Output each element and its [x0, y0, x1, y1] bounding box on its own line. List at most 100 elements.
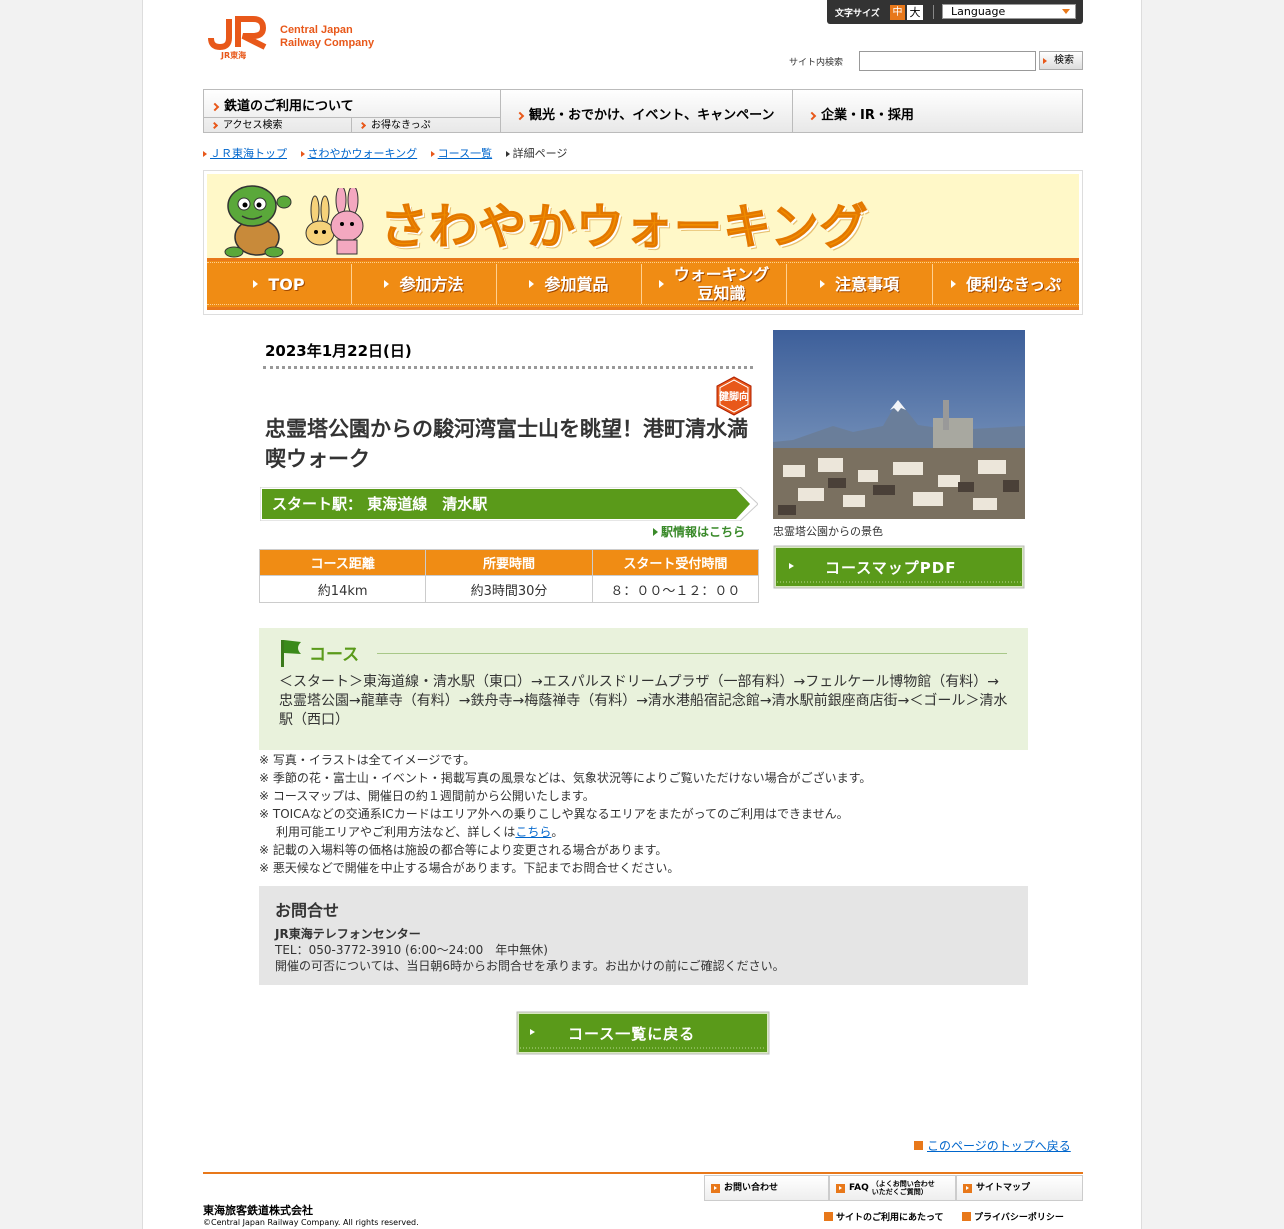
back-button-label: コース一覧に戻る: [568, 1025, 696, 1043]
note-item: ※ 写真・イラストは全てイメージです。: [259, 753, 476, 767]
walking-nav-top[interactable]: TOP: [207, 264, 352, 304]
breadcrumb-list-link[interactable]: コース一覧: [438, 147, 492, 160]
note-item: ※ TOICAなどの交通系ICカードはエリア外への乗りこしや異なるエリアをまたが…: [259, 807, 849, 821]
note-item: ※ コースマップは、開催日の約１週間前から公開いたします。: [259, 789, 595, 803]
utility-divider: [933, 5, 934, 19]
company-name-en: Central Japan Railway Company: [280, 24, 374, 50]
course-duration: 約3時間30分: [425, 575, 593, 603]
chevron-right-icon: [210, 121, 219, 129]
walking-nav-tips-label: ウォーキング 豆知識: [674, 265, 770, 303]
gnav-tickets[interactable]: お得なきっぷ: [352, 117, 501, 133]
walking-nav-prize[interactable]: 参加賞品: [497, 264, 642, 304]
ic-card-info-link[interactable]: こちら: [515, 825, 551, 839]
walking-nav-tips-line2: 豆知識: [697, 284, 746, 303]
contact-tel: TEL：050-3772-3910 (6:00～24:00 年中無休): [275, 943, 548, 957]
table-header-distance: コース距離: [258, 549, 427, 576]
station-info-link[interactable]: 駅情報はこちら: [653, 523, 745, 540]
gnav-tourism[interactable]: 観光・おでかけ、イベント、キャンペーン: [501, 90, 793, 132]
contact-box: お問合せ JR東海テレフォンセンター TEL：050-3772-3910 (6:…: [259, 886, 1028, 985]
chevron-right-icon: [515, 111, 525, 120]
footer-privacy-label: プライバシーポリシー: [974, 1213, 1064, 1223]
font-size-medium-button[interactable]: 中: [890, 5, 905, 20]
rabbit-mascot-icon: [305, 188, 364, 255]
footer-faq-link[interactable]: FAQ （よくお問い合わせ いただくご質問）: [829, 1175, 956, 1201]
page-top-icon: [914, 1141, 923, 1150]
gnav-railway[interactable]: 鉄道のご利用について: [210, 95, 354, 114]
font-size-large-button[interactable]: 大: [907, 5, 923, 20]
triangle-right-icon: [505, 151, 510, 157]
banner-header[interactable]: さわやかウォーキング: [207, 174, 1079, 260]
footer-copyright: ©Central Japan Railway Company. All righ…: [203, 1218, 419, 1227]
walking-banner: さわやかウォーキング TOP 参加方法 参加賞品 ウォーキング 豆知識 注意事項 …: [203, 170, 1083, 315]
utility-bar: 文字サイズ 中 大 Language: [827, 0, 1083, 24]
walking-nav-tickets[interactable]: 便利なきっぷ: [933, 264, 1079, 304]
footer-faq-label: FAQ: [849, 1182, 869, 1193]
company-name-line1: Central Japan: [280, 24, 353, 36]
gnav-corporate-label: 企業・IR・採用: [821, 108, 914, 123]
table-header-duration: 所要時間: [425, 549, 593, 576]
gnav-railway-group: 鉄道のご利用について アクセス検索 お得なきっぷ: [204, 90, 501, 133]
flag-icon: [281, 640, 301, 667]
chevron-right-icon: [210, 102, 220, 111]
footer-terms-label: サイトのご利用にあたって: [836, 1213, 944, 1223]
note-text: 利用可能エリアやご利用方法など、詳しくは: [276, 825, 516, 839]
back-to-list-button[interactable]: コース一覧に戻る: [516, 1011, 770, 1055]
breadcrumb: ＪＲ東海トップ さわやかウォーキング コース一覧 詳細ページ: [203, 147, 587, 161]
event-date: 2023年1月22日(日): [265, 342, 412, 360]
breadcrumb-walking-link[interactable]: さわやかウォーキング: [308, 147, 418, 160]
font-size-label: 文字サイズ: [835, 9, 880, 19]
course-route: ＜スタート＞東海道線・清水駅（東口）→エスパルスドリームプラザ（一部有料）→フェ…: [279, 674, 1008, 728]
footer-inquiry-link[interactable]: お問い合わせ: [704, 1175, 829, 1201]
walking-nav-tips[interactable]: ウォーキング 豆知識: [642, 264, 787, 304]
pdf-button-label: コースマップPDF: [825, 559, 957, 577]
footer-faq-sub-line2: いただくご質問）: [871, 1188, 928, 1196]
breadcrumb-top-link[interactable]: ＪＲ東海トップ: [210, 147, 287, 160]
difficulty-badge: 健脚向: [716, 376, 752, 416]
contact-title: お問合せ: [275, 901, 340, 920]
footer-sitemap-label: サイトマップ: [976, 1182, 1031, 1193]
walking-nav-join[interactable]: 参加方法: [352, 264, 497, 304]
gnav-access[interactable]: アクセス検索: [204, 117, 352, 133]
footer-faq-sub-line1: （よくお問い合わせ: [871, 1180, 935, 1188]
arrow-right-icon: [836, 1183, 845, 1193]
reception-time: ８：００～１２：００: [591, 575, 760, 603]
jr-logo-icon[interactable]: [207, 16, 271, 50]
search-input[interactable]: [859, 51, 1036, 71]
breadcrumb-current: 詳細ページ: [512, 147, 568, 160]
arrow-right-icon: [824, 1212, 833, 1221]
contact-name: JR東海テレフォンセンター: [275, 927, 421, 941]
language-select[interactable]: Language: [942, 4, 1076, 19]
difficulty-badge-label: 健脚向: [719, 390, 749, 403]
course-photo[interactable]: [773, 330, 1025, 519]
footer-privacy-link[interactable]: プライバシーポリシー: [962, 1210, 1064, 1223]
global-nav: 鉄道のご利用について アクセス検索 お得なきっぷ 観光・おでかけ、イベント、キャ…: [203, 89, 1083, 133]
language-select-value: Language: [951, 5, 1006, 18]
course-distance: 約14km: [258, 575, 427, 603]
note-text: 。: [551, 825, 564, 839]
footer-faq-sub: （よくお問い合わせ いただくご質問）: [872, 1180, 935, 1196]
course-map-pdf-button[interactable]: コースマップPDF: [773, 545, 1025, 589]
note-item: ※ 季節の花・富士山・イベント・掲載写真の風景などは、気象状況等によりご覧いただ…: [259, 771, 872, 785]
page-container: JR東海 Central Japan Railway Company 文字サイズ…: [142, 0, 1142, 1229]
start-station: スタート駅： 東海道線 清水駅: [272, 493, 487, 514]
search-label: サイト内検索: [789, 58, 844, 68]
walking-nav-dots-bottom: [207, 304, 1079, 306]
course-route-box: コース ＜スタート＞東海道線・清水駅（東口）→エスパルスドリームプラザ（一部有料…: [259, 628, 1028, 750]
start-station-label: スタート駅：: [272, 495, 363, 513]
contact-note: 開催の可否については、当日朝6時からお問合せを承ります。お出かけの前にご確認くだ…: [275, 959, 785, 973]
gnav-corporate[interactable]: 企業・IR・採用: [793, 90, 1083, 132]
table-header-reception: スタート受付時間: [591, 549, 760, 576]
note-item: ※ 記載の入場料等の価格は施設の都合等により変更される場合があります。: [259, 843, 668, 857]
triangle-right-icon: [430, 151, 435, 157]
search-button[interactable]: 検索: [1039, 51, 1083, 70]
back-to-top-link[interactable]: このページのトップへ戻る: [927, 1137, 1071, 1154]
chevron-right-icon: [807, 111, 817, 120]
footer-terms-link[interactable]: サイトのご利用にあたって: [824, 1210, 944, 1223]
company-name-line2: Railway Company: [280, 37, 375, 49]
walking-nav: TOP 参加方法 参加賞品 ウォーキング 豆知識 注意事項 便利なきっぷ: [207, 258, 1079, 310]
footer-sitemap-link[interactable]: サイトマップ: [956, 1175, 1083, 1201]
arrow-right-icon: [962, 1212, 971, 1221]
gnav-railway-label: 鉄道のご利用について: [224, 99, 354, 114]
date-divider: [263, 366, 753, 369]
walking-nav-caution[interactable]: 注意事項: [787, 264, 933, 304]
